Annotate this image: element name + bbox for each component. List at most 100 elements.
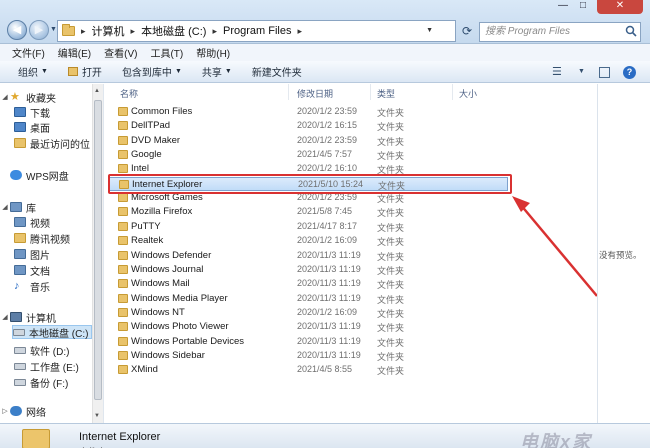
file-row[interactable]: Windows Media Player 2020/11/3 11:19 文件夹 [108, 292, 508, 306]
folder-icon [118, 207, 128, 217]
minimize-button[interactable]: — [558, 0, 568, 14]
file-type: 文件夹 [377, 294, 405, 305]
expand-icon[interactable]: ◢ [0, 93, 10, 101]
file-row[interactable]: PuTTY 2021/4/17 8:17 文件夹 [108, 220, 508, 234]
column-date[interactable]: 修改日期 [297, 87, 333, 100]
file-type: 文件夹 [377, 251, 405, 262]
file-row[interactable]: Windows Mail 2020/11/3 11:19 文件夹 [108, 277, 508, 291]
help-icon[interactable]: ? [623, 66, 636, 79]
file-name: Windows Journal [131, 263, 204, 275]
forward-button[interactable]: ▶ [29, 20, 49, 40]
breadcrumb-computer[interactable]: 计算机 [92, 23, 125, 39]
file-type: 文件夹 [377, 108, 405, 118]
column-header: 名称 修改日期 类型 大小 [108, 84, 598, 100]
organize-label: 组织 [18, 68, 38, 79]
file-row[interactable]: Google 2021/4/5 7:57 文件夹 [108, 148, 508, 162]
sidebar-item-video[interactable]: 视频 [14, 215, 50, 230]
sidebar-item-wps[interactable]: WPS网盘 [10, 168, 69, 183]
sidebar-item-downloads[interactable]: 下载 [14, 105, 50, 120]
column-type[interactable]: 类型 [377, 87, 395, 100]
new-folder-button[interactable]: 新建文件夹 [252, 64, 302, 79]
file-row[interactable]: Windows Photo Viewer 2020/11/3 11:19 文件夹 [108, 320, 508, 334]
preview-pane-icon[interactable] [599, 67, 610, 78]
search-input[interactable]: 搜索 Program Files [479, 22, 641, 42]
maximize-button[interactable]: □ [580, 0, 586, 14]
sidebar-item-drive-d[interactable]: 软件 (D:) [14, 343, 69, 358]
chevron-down-icon: ▼ [41, 68, 48, 75]
sidebar-scrollbar[interactable]: ▲ ▼ [92, 84, 103, 423]
view-dropdown-icon[interactable]: ▼ [578, 68, 585, 75]
scrollbar-thumb[interactable] [94, 100, 102, 400]
sidebar-item-drive-c[interactable]: 本地磁盘 (C:) [12, 325, 92, 340]
file-row[interactable]: Windows NT 2020/1/2 16:09 文件夹 [108, 306, 508, 320]
file-row[interactable]: Windows Defender 2020/11/3 11:19 文件夹 [108, 249, 508, 263]
scroll-down-icon[interactable]: ▼ [94, 413, 100, 419]
refresh-icon[interactable]: ⟳ [458, 22, 476, 40]
column-divider[interactable] [370, 84, 371, 100]
share-button[interactable]: 共享 ▼ [202, 64, 232, 79]
sidebar-item-pictures[interactable]: 图片 [14, 247, 50, 262]
change-view-icon[interactable]: ☰ [552, 65, 562, 78]
column-size[interactable]: 大小 [459, 87, 477, 100]
file-row[interactable]: Realtek 2020/1/2 16:09 文件夹 [108, 234, 508, 248]
organize-button[interactable]: 组织 ▼ [18, 64, 48, 79]
column-name[interactable]: 名称 [120, 87, 138, 100]
file-type: 文件夹 [377, 222, 405, 233]
breadcrumb-drive-c[interactable]: 本地磁盘 (C:) [141, 23, 206, 39]
sidebar-item-drive-f[interactable]: 备份 (F:) [14, 375, 69, 390]
file-name: Windows Mail [131, 278, 190, 290]
file-date: 2020/1/2 16:10 [297, 163, 358, 174]
address-bar[interactable]: ▸ 计算机 ▸ 本地磁盘 (C:) ▸ Program Files ▸ ▼ [57, 20, 456, 42]
sidebar-item-desktop[interactable]: 桌面 [14, 120, 50, 135]
sidebar-item-label: 备份 (F:) [30, 378, 69, 390]
menu-edit[interactable]: 编辑(E) [58, 45, 91, 60]
sidebar-item-drive-e[interactable]: 工作盘 (E:) [14, 359, 79, 374]
file-row[interactable]: Common Files 2020/1/2 23:59 文件夹 [108, 105, 508, 119]
sidebar-item-library[interactable]: ◢ 库 [0, 200, 36, 215]
back-button[interactable]: ◀ [7, 20, 27, 40]
sidebar-item-computer[interactable]: ◢ 计算机 [0, 310, 56, 325]
expand-icon[interactable]: ◢ [0, 313, 10, 321]
sidebar-item-label: 腾讯视频 [30, 234, 70, 246]
file-type: 文件夹 [377, 366, 405, 377]
sidebar-item-documents[interactable]: 文档 [14, 263, 50, 278]
chevron-right-icon[interactable]: ▸ [212, 26, 217, 37]
menu-file[interactable]: 文件(F) [12, 45, 45, 60]
column-divider[interactable] [452, 84, 453, 100]
menu-view[interactable]: 查看(V) [104, 45, 137, 60]
column-divider[interactable] [288, 84, 289, 100]
file-row[interactable]: Windows Sidebar 2020/11/3 11:19 文件夹 [108, 349, 508, 363]
address-dropdown-icon[interactable]: ▼ [426, 27, 433, 34]
include-in-library-button[interactable]: 包含到库中 ▼ [122, 64, 182, 79]
sidebar-item-tencent-video[interactable]: 腾讯视频 [14, 231, 70, 246]
expand-icon[interactable]: ◢ [0, 203, 10, 211]
file-row[interactable]: XMind 2021/4/5 8:55 文件夹 [108, 363, 508, 377]
open-button[interactable]: 打开 [67, 64, 102, 79]
chevron-right-icon[interactable]: ▸ [81, 26, 86, 37]
file-date: 2020/11/3 11:19 [297, 321, 361, 332]
sidebar-item-music[interactable]: ♪ 音乐 [14, 279, 50, 294]
chevron-right-icon[interactable]: ▸ [131, 26, 136, 37]
sidebar-item-recent[interactable]: 最近访问的位 [14, 136, 90, 151]
chevron-right-icon[interactable]: ▸ [297, 26, 302, 37]
file-row[interactable]: Windows Portable Devices 2020/11/3 11:19 文… [108, 335, 508, 349]
scroll-up-icon[interactable]: ▲ [94, 88, 100, 94]
file-row[interactable]: Mozilla Firefox 2021/5/8 7:45 文件夹 [108, 205, 508, 219]
file-date: 2020/1/2 16:09 [297, 235, 358, 246]
sidebar-item-favorites[interactable]: ◢ ★ 收藏夹 [0, 90, 56, 105]
sidebar-item-network[interactable]: ▷ 网络 [0, 404, 46, 419]
file-row[interactable]: Windows Journal 2020/11/3 11:19 文件夹 [108, 263, 508, 277]
breadcrumb-program-files[interactable]: Program Files [223, 25, 291, 37]
file-type: 文件夹 [377, 265, 405, 276]
highlight-box [108, 174, 512, 194]
close-button[interactable]: ✕ [597, 0, 643, 14]
menu-tools[interactable]: 工具(T) [150, 45, 183, 60]
expand-icon[interactable]: ▷ [0, 407, 10, 415]
preview-divider[interactable] [597, 84, 598, 423]
sidebar-item-label: 文档 [30, 266, 50, 278]
recent-pages-dropdown[interactable]: ▼ [50, 26, 57, 33]
file-row[interactable]: DellTPad 2020/1/2 16:15 文件夹 [108, 119, 508, 133]
search-icon[interactable] [625, 25, 637, 37]
menu-help[interactable]: 帮助(H) [196, 45, 230, 60]
file-row[interactable]: DVD Maker 2020/1/2 23:59 文件夹 [108, 134, 508, 148]
